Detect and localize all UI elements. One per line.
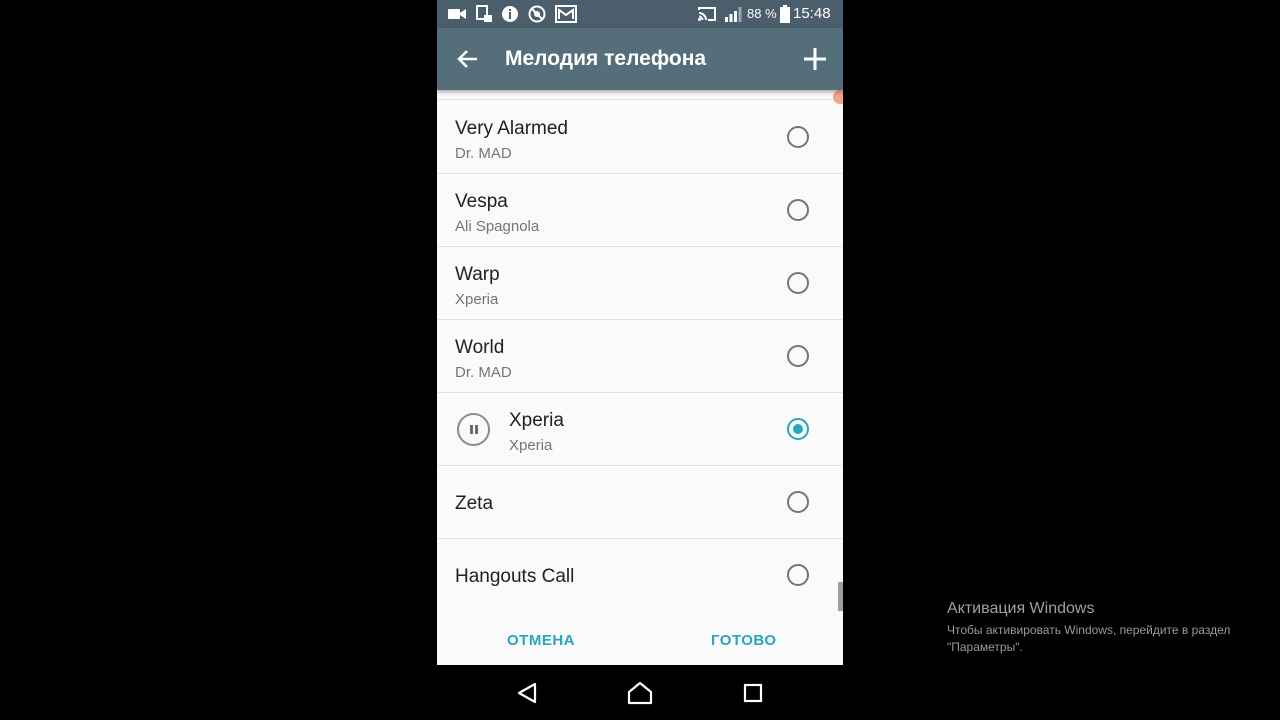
done-button[interactable]: ГОТОВО xyxy=(711,632,777,649)
ringtone-item-xperia[interactable]: Xperia Xperia xyxy=(437,393,843,466)
blocked-icon xyxy=(528,5,546,23)
app-bar: Мелодия телефона xyxy=(437,28,843,90)
signal-icon xyxy=(724,5,742,23)
ringtone-title: Zeta xyxy=(455,493,494,514)
windows-activation-watermark: Активация Windows Чтобы активировать Win… xyxy=(947,600,1230,654)
watermark-line: Чтобы активировать Windows, перейдите в … xyxy=(947,623,1231,637)
battery-percent: 88 % xyxy=(747,6,777,21)
ringtone-item-warp[interactable]: Warp Xperia xyxy=(437,247,843,320)
radio-button[interactable] xyxy=(787,491,809,513)
ringtone-artist: Xperia xyxy=(509,437,553,454)
ringtone-title: Warp xyxy=(455,264,500,285)
mail-icon xyxy=(555,5,577,23)
cast-icon xyxy=(697,5,717,23)
ringtone-item-zeta[interactable]: Zeta xyxy=(437,466,843,539)
ringtone-list[interactable]: Very Alarmed Dr. MAD Vespa Ali Spagnola … xyxy=(437,90,843,614)
ringtone-title: Hangouts Call xyxy=(455,566,575,587)
battery-icon xyxy=(780,5,790,23)
ringtone-item-world[interactable]: World Dr. MAD xyxy=(437,320,843,393)
radio-button[interactable] xyxy=(787,345,809,367)
ringtone-artist: Xperia xyxy=(455,291,499,308)
radio-button[interactable] xyxy=(787,199,809,221)
scrollbar-thumb[interactable] xyxy=(838,582,843,611)
ringtone-title: Xperia xyxy=(509,410,564,431)
radio-button-selected[interactable] xyxy=(787,418,809,440)
radio-button[interactable] xyxy=(787,272,809,294)
clock: 15:48 xyxy=(793,5,831,22)
list-item[interactable] xyxy=(437,90,843,100)
watermark-line: "Параметры". xyxy=(947,640,1023,654)
radio-button[interactable] xyxy=(787,126,809,148)
ringtone-artist: Ali Spagnola xyxy=(455,218,540,235)
plus-icon[interactable] xyxy=(801,45,829,73)
video-camera-icon xyxy=(447,5,467,23)
ringtone-item-vespa[interactable]: Vespa Ali Spagnola xyxy=(437,174,843,247)
screen: 88 % 15:48 Мелодия телефона Very Alarmed xyxy=(0,0,1280,720)
screenshot-icon xyxy=(475,5,493,23)
info-icon xyxy=(501,5,519,23)
watermark-title: Активация Windows xyxy=(947,600,1095,617)
home-icon[interactable] xyxy=(627,680,653,706)
ringtone-item-hangouts-call[interactable]: Hangouts Call xyxy=(437,539,843,612)
ringtone-artist: Dr. MAD xyxy=(455,364,512,381)
phone-screen: 88 % 15:48 Мелодия телефона Very Alarmed xyxy=(437,0,843,720)
cancel-button[interactable]: ОТМЕНА xyxy=(507,632,575,649)
ringtone-title: Vespa xyxy=(455,191,508,212)
ringtone-title: Very Alarmed xyxy=(455,118,568,139)
ringtone-item-very-alarmed[interactable]: Very Alarmed Dr. MAD xyxy=(437,101,843,174)
back-triangle-icon[interactable] xyxy=(515,680,541,706)
ringtone-dialog: Very Alarmed Dr. MAD Vespa Ali Spagnola … xyxy=(437,90,843,665)
radio-button[interactable] xyxy=(787,564,809,586)
arrow-back-icon[interactable] xyxy=(455,46,481,72)
ringtone-artist: Dr. MAD xyxy=(455,145,512,162)
edge-indicator xyxy=(833,90,843,104)
status-bar: 88 % 15:48 xyxy=(437,0,843,28)
navigation-bar xyxy=(437,665,843,720)
dialog-actions: ОТМЕНА ГОТОВО xyxy=(437,614,843,665)
page-title: Мелодия телефона xyxy=(505,47,707,70)
ringtone-title: World xyxy=(455,337,505,358)
recents-icon[interactable] xyxy=(740,680,766,706)
pause-icon[interactable] xyxy=(457,413,490,446)
